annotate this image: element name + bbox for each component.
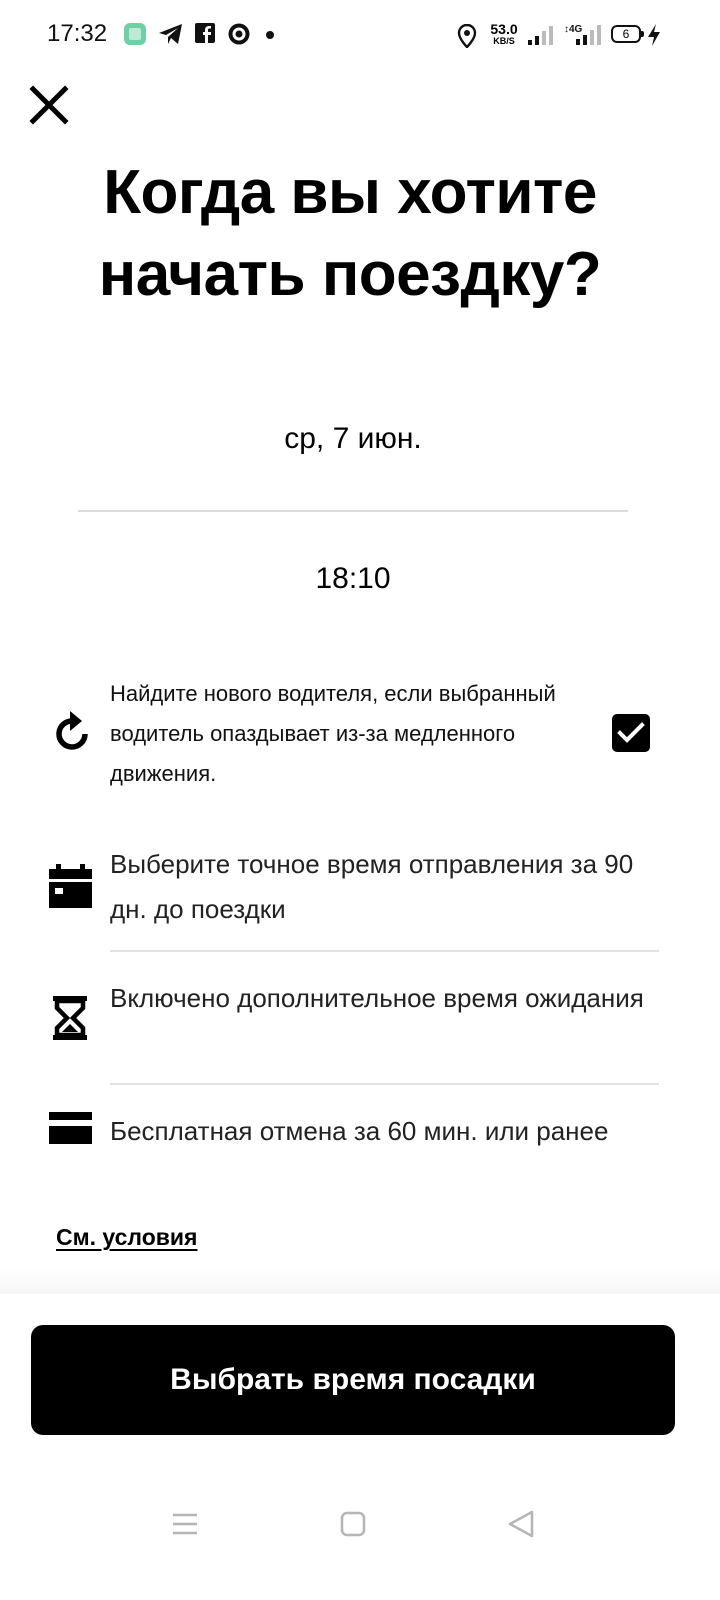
feature-text-departure-time: Выберите точное время отправления за 90 … — [110, 849, 634, 924]
find-new-driver-text: Найдите нового водителя, если выбранный … — [110, 681, 556, 786]
facebook-icon — [194, 22, 216, 49]
status-bar: 17:32 53.0 KB/S ↕4G 6 — [0, 0, 720, 70]
telegram-icon — [158, 22, 184, 51]
battery-icon: 6 — [611, 25, 641, 43]
picker-divider — [78, 510, 628, 512]
page-title-line-1: Когда вы хотите — [103, 158, 597, 227]
select-pickup-time-button[interactable]: Выбрать время посадки — [31, 1325, 675, 1435]
back-nav-icon[interactable] — [507, 1509, 535, 1544]
close-icon — [29, 85, 69, 125]
calendar-icon — [49, 864, 92, 908]
feature-text-waiting-time: Включено дополнительное время ожидания — [110, 983, 644, 1013]
menu-nav-icon[interactable] — [171, 1510, 199, 1543]
home-nav-icon[interactable] — [340, 1511, 366, 1542]
find-new-driver-checkbox[interactable] — [612, 714, 650, 752]
app-notification-icon — [123, 22, 147, 51]
location-icon — [457, 23, 477, 53]
page-title: Когда вы хотите начать поездку? — [40, 152, 660, 316]
feature-text-free-cancellation: Бесплатная отмена за 60 мин. или ранее — [110, 1116, 609, 1146]
battery-tip — [641, 31, 644, 37]
more-notifications-dot — [266, 31, 274, 39]
status-time: 17:32 — [47, 20, 108, 47]
svg-text:↕4G: ↕4G — [564, 24, 583, 35]
app-icon — [227, 22, 251, 51]
bottom-sheet-shadow — [0, 1268, 720, 1294]
feature-divider — [110, 1083, 659, 1085]
signal-icon — [527, 25, 553, 50]
terms-link[interactable]: См. условия — [56, 1224, 197, 1251]
hourglass-icon — [53, 996, 87, 1040]
checkmark-icon — [617, 722, 645, 743]
refresh-icon — [54, 708, 94, 756]
signal-4g-icon: ↕4G — [562, 22, 602, 51]
page-title-line-2: начать поездку? — [98, 240, 602, 309]
date-picker[interactable]: ср, 7 июн. — [0, 422, 706, 456]
network-speed: 53.0 KB/S — [490, 21, 518, 46]
feature-divider — [110, 950, 659, 952]
time-picker[interactable]: 18:10 — [0, 562, 706, 596]
close-button[interactable] — [28, 84, 70, 126]
charging-icon — [646, 23, 662, 52]
card-icon — [49, 1112, 92, 1144]
